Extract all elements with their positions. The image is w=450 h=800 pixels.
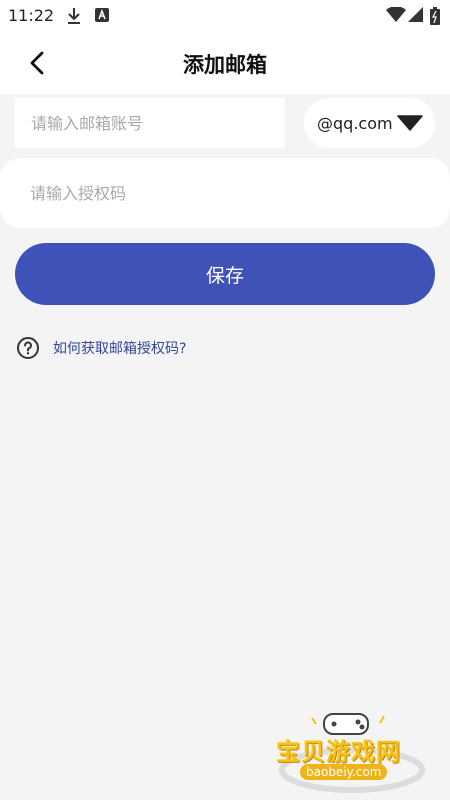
dropdown-triangle-icon (397, 115, 423, 131)
auth-code-input[interactable] (0, 158, 450, 228)
wifi-icon (386, 6, 406, 27)
question-circle-icon (17, 337, 39, 359)
signal-icon (408, 7, 424, 27)
status-bar: 11:22 (0, 0, 450, 32)
page-title: 添加邮箱 (183, 53, 267, 77)
email-account-input[interactable] (15, 98, 285, 148)
email-input-box[interactable] (15, 98, 285, 148)
a-notification-icon (94, 7, 110, 27)
status-time: 11:22 (8, 6, 55, 25)
help-link[interactable]: 如何获取邮箱授权码? (53, 338, 186, 358)
help-row[interactable]: 如何获取邮箱授权码? (16, 336, 186, 360)
auth-code-box[interactable] (0, 158, 450, 228)
watermark-title: 宝贝游戏网 (276, 738, 401, 766)
domain-selected-value: @qq.com (317, 113, 393, 133)
watermark-site: baobeiy.com (300, 764, 388, 780)
watermark-logo: 宝贝游戏网 baobeiy.com (272, 708, 432, 796)
domain-select[interactable]: @qq.com (304, 98, 435, 148)
download-icon (66, 7, 82, 29)
save-button[interactable]: 保存 (15, 243, 435, 305)
battery-icon (430, 7, 440, 29)
header: 添加邮箱 (0, 32, 450, 94)
